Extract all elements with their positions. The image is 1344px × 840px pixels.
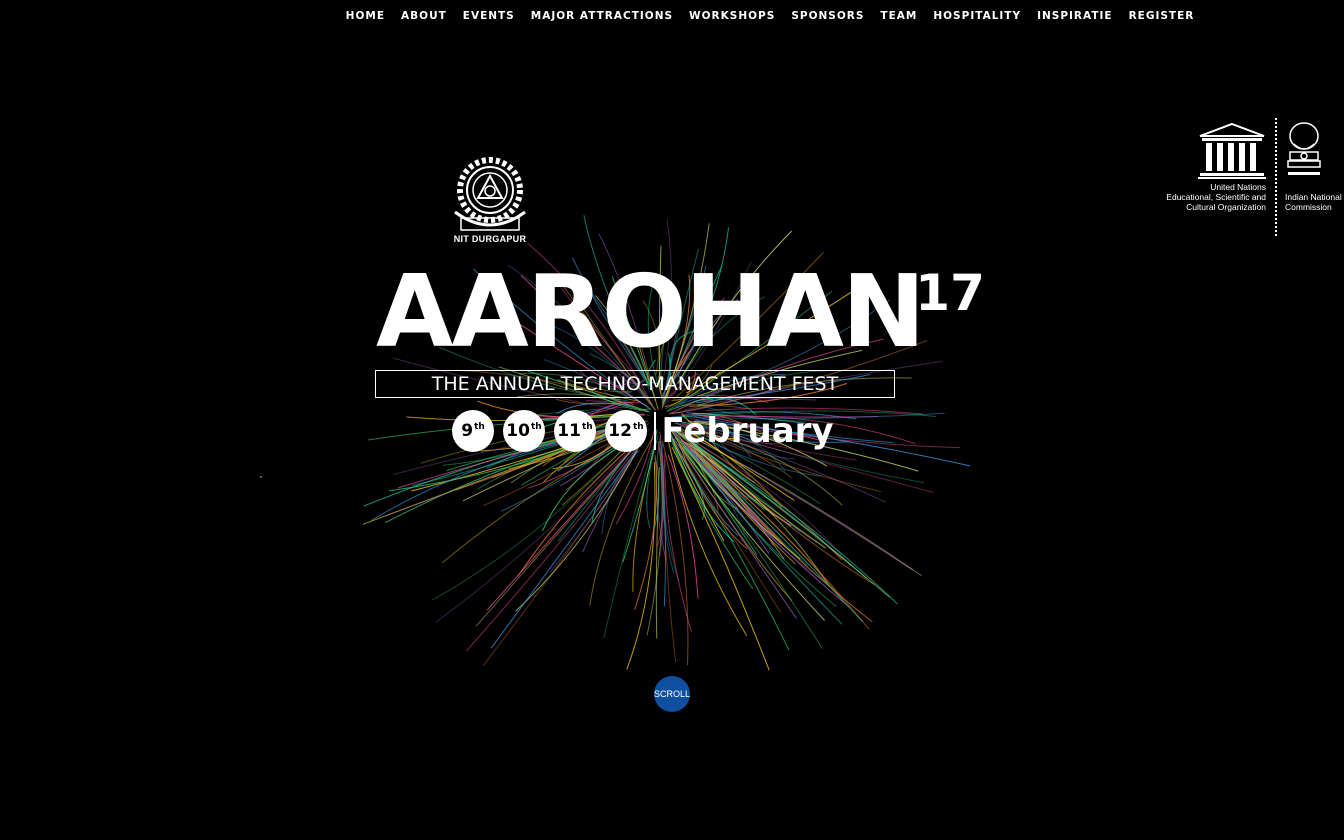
date-circle: 9th	[452, 410, 494, 452]
nav-item-register[interactable]: REGISTER	[1129, 10, 1195, 22]
nav-list: HOME ABOUT EVENTS MAJOR ATTRACTIONS WORK…	[142, 10, 1203, 22]
fest-year: '17	[900, 264, 985, 322]
nav-item-workshops[interactable]: WORKSHOPS	[689, 10, 775, 22]
top-nav: HOME ABOUT EVENTS MAJOR ATTRACTIONS WORK…	[0, 0, 1344, 32]
nav-item-home[interactable]: HOME	[346, 10, 385, 22]
date-day: 11	[557, 421, 581, 441]
commission-line: Indian National	[1285, 192, 1342, 202]
date-suffix: th	[530, 422, 542, 432]
unesco-org-line: Educational, Scientific and	[1166, 192, 1266, 202]
unesco-temple-icon	[1198, 122, 1266, 179]
date-circle: 11th	[554, 410, 596, 452]
unesco-divider	[1275, 118, 1277, 236]
month-label: February	[661, 411, 834, 451]
fest-dates: 9th 10th 11th 12th February	[452, 410, 834, 452]
nav-item-hospitality[interactable]: HOSPITALITY	[933, 10, 1021, 22]
nav-item-events[interactable]: EVENTS	[463, 10, 515, 22]
burst-streak	[441, 432, 638, 564]
nav-item-team[interactable]: TEAM	[880, 10, 917, 22]
nav-item-major-attractions[interactable]: MAJOR ATTRACTIONS	[531, 10, 673, 22]
burst-streak	[486, 438, 642, 611]
date-circle: 10th	[503, 410, 545, 452]
stray-particle	[260, 476, 262, 478]
nit-emblem-icon	[454, 157, 526, 231]
date-day: 9	[461, 421, 474, 441]
nav-item-sponsors[interactable]: SPONSORS	[791, 10, 864, 22]
unesco-org-line: Cultural Organization	[1186, 202, 1266, 212]
tagline: THE ANNUAL TECHNO-MANAGEMENT FEST	[431, 373, 839, 395]
date-day: 12	[608, 421, 632, 441]
burst-streak	[482, 452, 637, 667]
unesco-badge: United Nations Educational, Scientific a…	[1160, 118, 1344, 240]
tagline-box: THE ANNUAL TECHNO-MANAGEMENT FEST	[375, 370, 895, 398]
nit-durgapur-logo: NIT DURGAPUR	[445, 152, 535, 250]
date-suffix: th	[632, 422, 644, 432]
burst-streak	[634, 454, 658, 611]
date-suffix: th	[581, 422, 593, 432]
indian-emblem-icon	[1287, 122, 1321, 175]
commission-name: Indian National Commission	[1285, 192, 1342, 212]
commission-line: Commission	[1285, 202, 1332, 212]
burst-streak	[626, 461, 656, 670]
unesco-org-name: United Nations Educational, Scientific a…	[1166, 182, 1266, 212]
nit-durgapur-label: NIT DURGAPUR	[453, 234, 527, 244]
date-separator	[654, 412, 656, 450]
scroll-button[interactable]: SCROLL	[654, 676, 690, 712]
nav-item-about[interactable]: ABOUT	[401, 10, 447, 22]
nav-item-inspiratie[interactable]: INSPIRATIE	[1037, 10, 1113, 22]
date-suffix: th	[474, 422, 485, 432]
unesco-org-line: United Nations	[1210, 182, 1266, 192]
page: HOME ABOUT EVENTS MAJOR ATTRACTIONS WORK…	[0, 0, 1344, 840]
date-day: 10	[506, 421, 530, 441]
burst-streak	[490, 450, 638, 649]
date-circle: 12th	[605, 410, 647, 452]
fest-title: AAROHAN	[376, 253, 926, 370]
